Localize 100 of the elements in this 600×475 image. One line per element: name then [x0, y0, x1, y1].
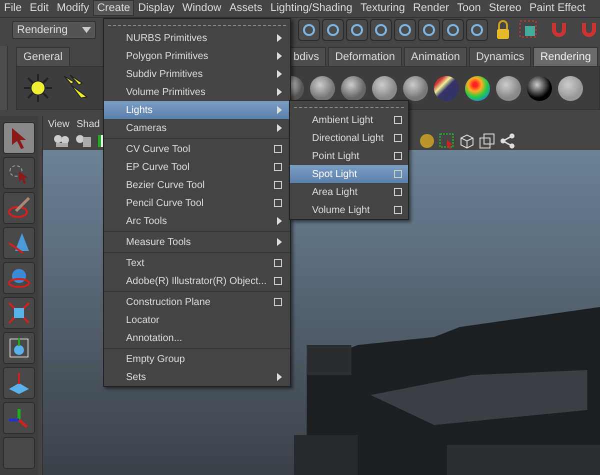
option-box-icon[interactable] — [274, 145, 282, 153]
menu-bar-item[interactable]: Display — [134, 0, 178, 16]
menu-item[interactable]: Ambient Light — [290, 111, 408, 129]
soft-modify-icon — [7, 371, 31, 395]
menu-bar-item[interactable]: Texturing — [356, 0, 409, 16]
panel-menu-item[interactable]: View — [48, 118, 70, 130]
panel-menu-item[interactable]: Shad — [76, 118, 100, 130]
menu-item[interactable]: Annotation... — [104, 329, 290, 347]
mode-dropdown[interactable]: Rendering — [12, 21, 96, 40]
submenu-arrow-icon — [277, 124, 282, 132]
menu-item[interactable]: Measure Tools — [104, 233, 290, 251]
material-sphere-icon[interactable] — [527, 76, 552, 101]
menu-item[interactable]: Point Light — [290, 147, 408, 165]
option-box-icon[interactable] — [394, 188, 402, 196]
sun-icon[interactable] — [23, 73, 54, 104]
menu-bar-item[interactable]: Edit — [26, 0, 53, 16]
menu-item[interactable]: Sets — [104, 368, 290, 386]
sphere-icon[interactable] — [419, 133, 435, 149]
material-sphere-icon[interactable] — [496, 76, 522, 101]
tool-icon[interactable] — [466, 19, 488, 42]
tool-button[interactable] — [3, 332, 35, 364]
option-box-icon[interactable] — [394, 152, 402, 160]
shelf-tab[interactable]: General — [16, 47, 70, 66]
shelf-tab[interactable]: Animation — [404, 47, 467, 66]
material-sphere-icon[interactable] — [465, 76, 490, 101]
axis-gizmo-icon — [7, 406, 31, 430]
tool-button[interactable] — [3, 122, 35, 154]
menu-bar-item[interactable]: Assets — [225, 0, 266, 16]
submenu-arrow-icon — [277, 217, 282, 225]
shelf-tab[interactable]: Dynamics — [468, 47, 532, 66]
submenu-arrow-icon — [277, 34, 282, 42]
option-box-icon[interactable] — [274, 181, 282, 189]
menu-bar-item[interactable]: Stereo — [484, 0, 526, 16]
menu-item[interactable]: Construction Plane — [104, 293, 290, 311]
menu-bar-item[interactable]: Toon — [453, 0, 485, 16]
shelf-tab[interactable]: Rendering — [533, 47, 598, 66]
menu-bar-item[interactable]: Render — [408, 0, 454, 16]
cube-icon[interactable] — [459, 133, 475, 149]
tool-icon[interactable] — [346, 19, 368, 42]
menu-bar-item[interactable]: Window — [178, 0, 226, 16]
menu-bar-item[interactable]: Lighting/Shading — [266, 0, 356, 16]
tool-button[interactable] — [3, 367, 35, 399]
share-icon[interactable] — [499, 133, 515, 149]
menu-item[interactable]: EP Curve Tool — [104, 158, 290, 176]
overlap-squares-icon[interactable] — [479, 133, 495, 149]
menu-bar-item[interactable]: Paint Effect — [525, 0, 590, 16]
menu-bar-item[interactable]: File — [0, 0, 26, 16]
menu-item[interactable]: Volume Primitives — [104, 83, 290, 101]
menu-bar-item[interactable]: Create — [93, 0, 134, 16]
option-box-icon[interactable] — [274, 259, 282, 267]
tool-icon[interactable] — [322, 19, 344, 42]
sphere-rotate-icon — [7, 266, 31, 290]
menu-item[interactable]: Empty Group — [104, 350, 290, 368]
menu-item[interactable]: Subdiv Primitives — [104, 65, 290, 83]
menu-item[interactable]: CV Curve Tool — [104, 140, 290, 158]
tool-button[interactable] — [3, 192, 35, 224]
cube-scale-icon — [7, 301, 31, 325]
menu-item[interactable]: Locator — [104, 311, 290, 329]
material-sphere-icon[interactable] — [372, 76, 398, 101]
menu-item[interactable]: Adobe(R) Illustrator(R) Object... — [104, 272, 290, 290]
menu-item[interactable]: Volume Light — [290, 201, 408, 219]
tool-button[interactable] — [3, 227, 35, 259]
option-box-icon[interactable] — [274, 199, 282, 207]
lock-icon[interactable] — [496, 20, 510, 40]
tool-button[interactable] — [3, 262, 35, 294]
menu-item[interactable]: NURBS Primitives — [104, 29, 290, 47]
tool-icon[interactable] — [370, 19, 392, 42]
menu-item[interactable]: Text — [104, 254, 290, 272]
option-box-icon[interactable] — [274, 277, 282, 285]
shelf-handle[interactable] — [0, 46, 8, 110]
menu-item[interactable]: Cameras — [104, 119, 290, 137]
brush-icon — [7, 196, 31, 220]
material-sphere-icon[interactable] — [558, 76, 584, 101]
menu-item[interactable]: Area Light — [290, 183, 408, 201]
camera-icon[interactable] — [75, 134, 93, 148]
material-sphere-icon[interactable] — [434, 76, 460, 101]
material-sphere-icon[interactable] — [403, 76, 428, 101]
option-box-icon[interactable] — [394, 206, 402, 214]
arrow-cursor-icon — [10, 127, 28, 149]
option-box-icon[interactable] — [394, 116, 402, 124]
manipulator-icon — [7, 336, 31, 360]
tool-icon[interactable] — [442, 19, 464, 42]
menu-item[interactable]: Arc Tools — [104, 212, 290, 230]
option-box-icon[interactable] — [274, 298, 282, 306]
tool-icon[interactable] — [418, 19, 440, 42]
menu-bar-item[interactable]: Modify — [52, 0, 94, 16]
menu-item[interactable]: Bezier Curve Tool — [104, 176, 290, 194]
option-box-icon[interactable] — [394, 134, 402, 142]
camera-icon[interactable] — [53, 134, 71, 148]
tool-icon[interactable] — [394, 19, 416, 42]
menu-item[interactable]: Pencil Curve Tool — [104, 194, 290, 212]
material-sphere-icon[interactable] — [341, 76, 366, 101]
menu-item[interactable]: Directional Light — [290, 129, 408, 147]
tool-icon[interactable] — [298, 19, 320, 42]
tool-button[interactable] — [3, 402, 35, 434]
material-sphere-icon[interactable] — [310, 76, 336, 101]
option-box-icon[interactable] — [274, 163, 282, 171]
shelf-tab[interactable]: Deformation — [328, 47, 402, 66]
selection-icon[interactable] — [439, 133, 455, 149]
tool-button[interactable] — [3, 297, 35, 329]
